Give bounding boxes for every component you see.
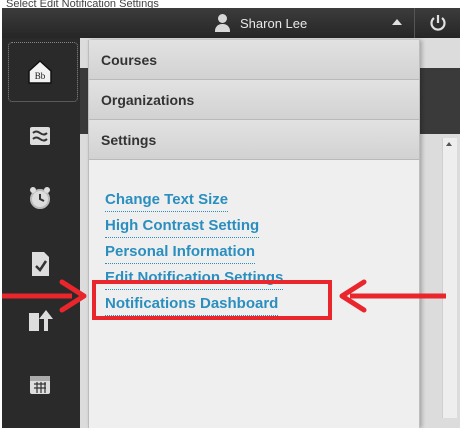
user-icon [212, 12, 234, 34]
bb-logo-icon: Bb [28, 59, 52, 84]
global-nav-menu: Courses Organizations Settings Change Te… [88, 40, 420, 428]
graded-doc-icon [32, 252, 49, 276]
user-name: Sharon Lee [240, 15, 308, 31]
rail-stream-button[interactable] [20, 116, 60, 156]
rail-home-button[interactable]: Bb [20, 52, 60, 92]
link-high-contrast-setting[interactable]: High Contrast Setting [105, 214, 260, 238]
link-personal-information[interactable]: Personal Information [105, 240, 256, 264]
stream-icon [30, 127, 50, 145]
alarm-clock-icon [30, 187, 50, 209]
rail-alerts-button[interactable] [20, 178, 60, 218]
menu-organizations[interactable]: Organizations [89, 80, 419, 120]
tool-rail: Bb [2, 38, 80, 428]
svg-text:Bb: Bb [35, 71, 46, 81]
logout-button[interactable] [414, 8, 460, 38]
rail-calendar-button[interactable] [20, 364, 60, 404]
scroll-up-icon[interactable] [446, 142, 452, 146]
page-caption: Select Edit Notification Settings [6, 0, 159, 8]
arrow-right-icon [2, 279, 87, 313]
power-icon [430, 15, 446, 31]
top-bar: Sharon Lee [2, 8, 460, 38]
link-change-text-size[interactable]: Change Text Size [105, 188, 229, 212]
blackboard-window: Sharon Lee Bb Courses Organizations Sett… [2, 8, 460, 428]
menu-courses[interactable]: Courses [89, 40, 419, 80]
highlight-box [92, 280, 332, 320]
caret-up-icon[interactable] [392, 19, 402, 25]
calendar-icon [30, 376, 50, 394]
user-menu-toggle[interactable]: Sharon Lee [212, 8, 382, 38]
arrow-left-icon [339, 279, 446, 313]
menu-settings[interactable]: Settings [89, 120, 419, 160]
